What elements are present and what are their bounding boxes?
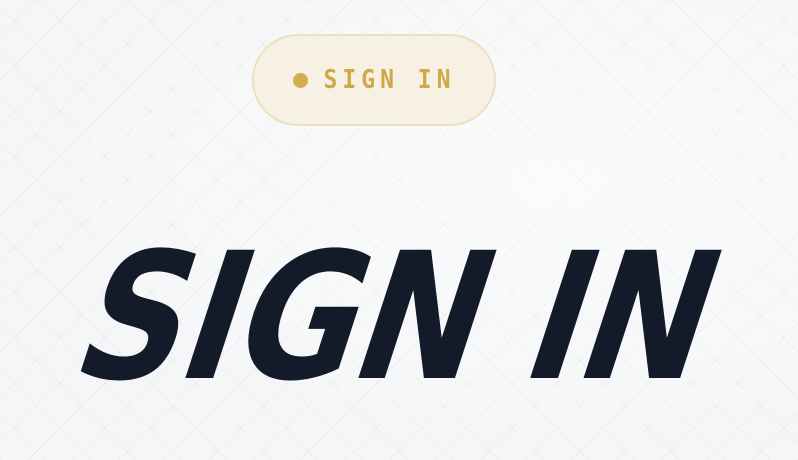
badge-label: SIGN IN [323, 64, 456, 94]
status-dot-icon [292, 72, 308, 88]
page-title: SIGN IN [53, 215, 745, 420]
sign-in-badge: SIGN IN [252, 34, 496, 126]
